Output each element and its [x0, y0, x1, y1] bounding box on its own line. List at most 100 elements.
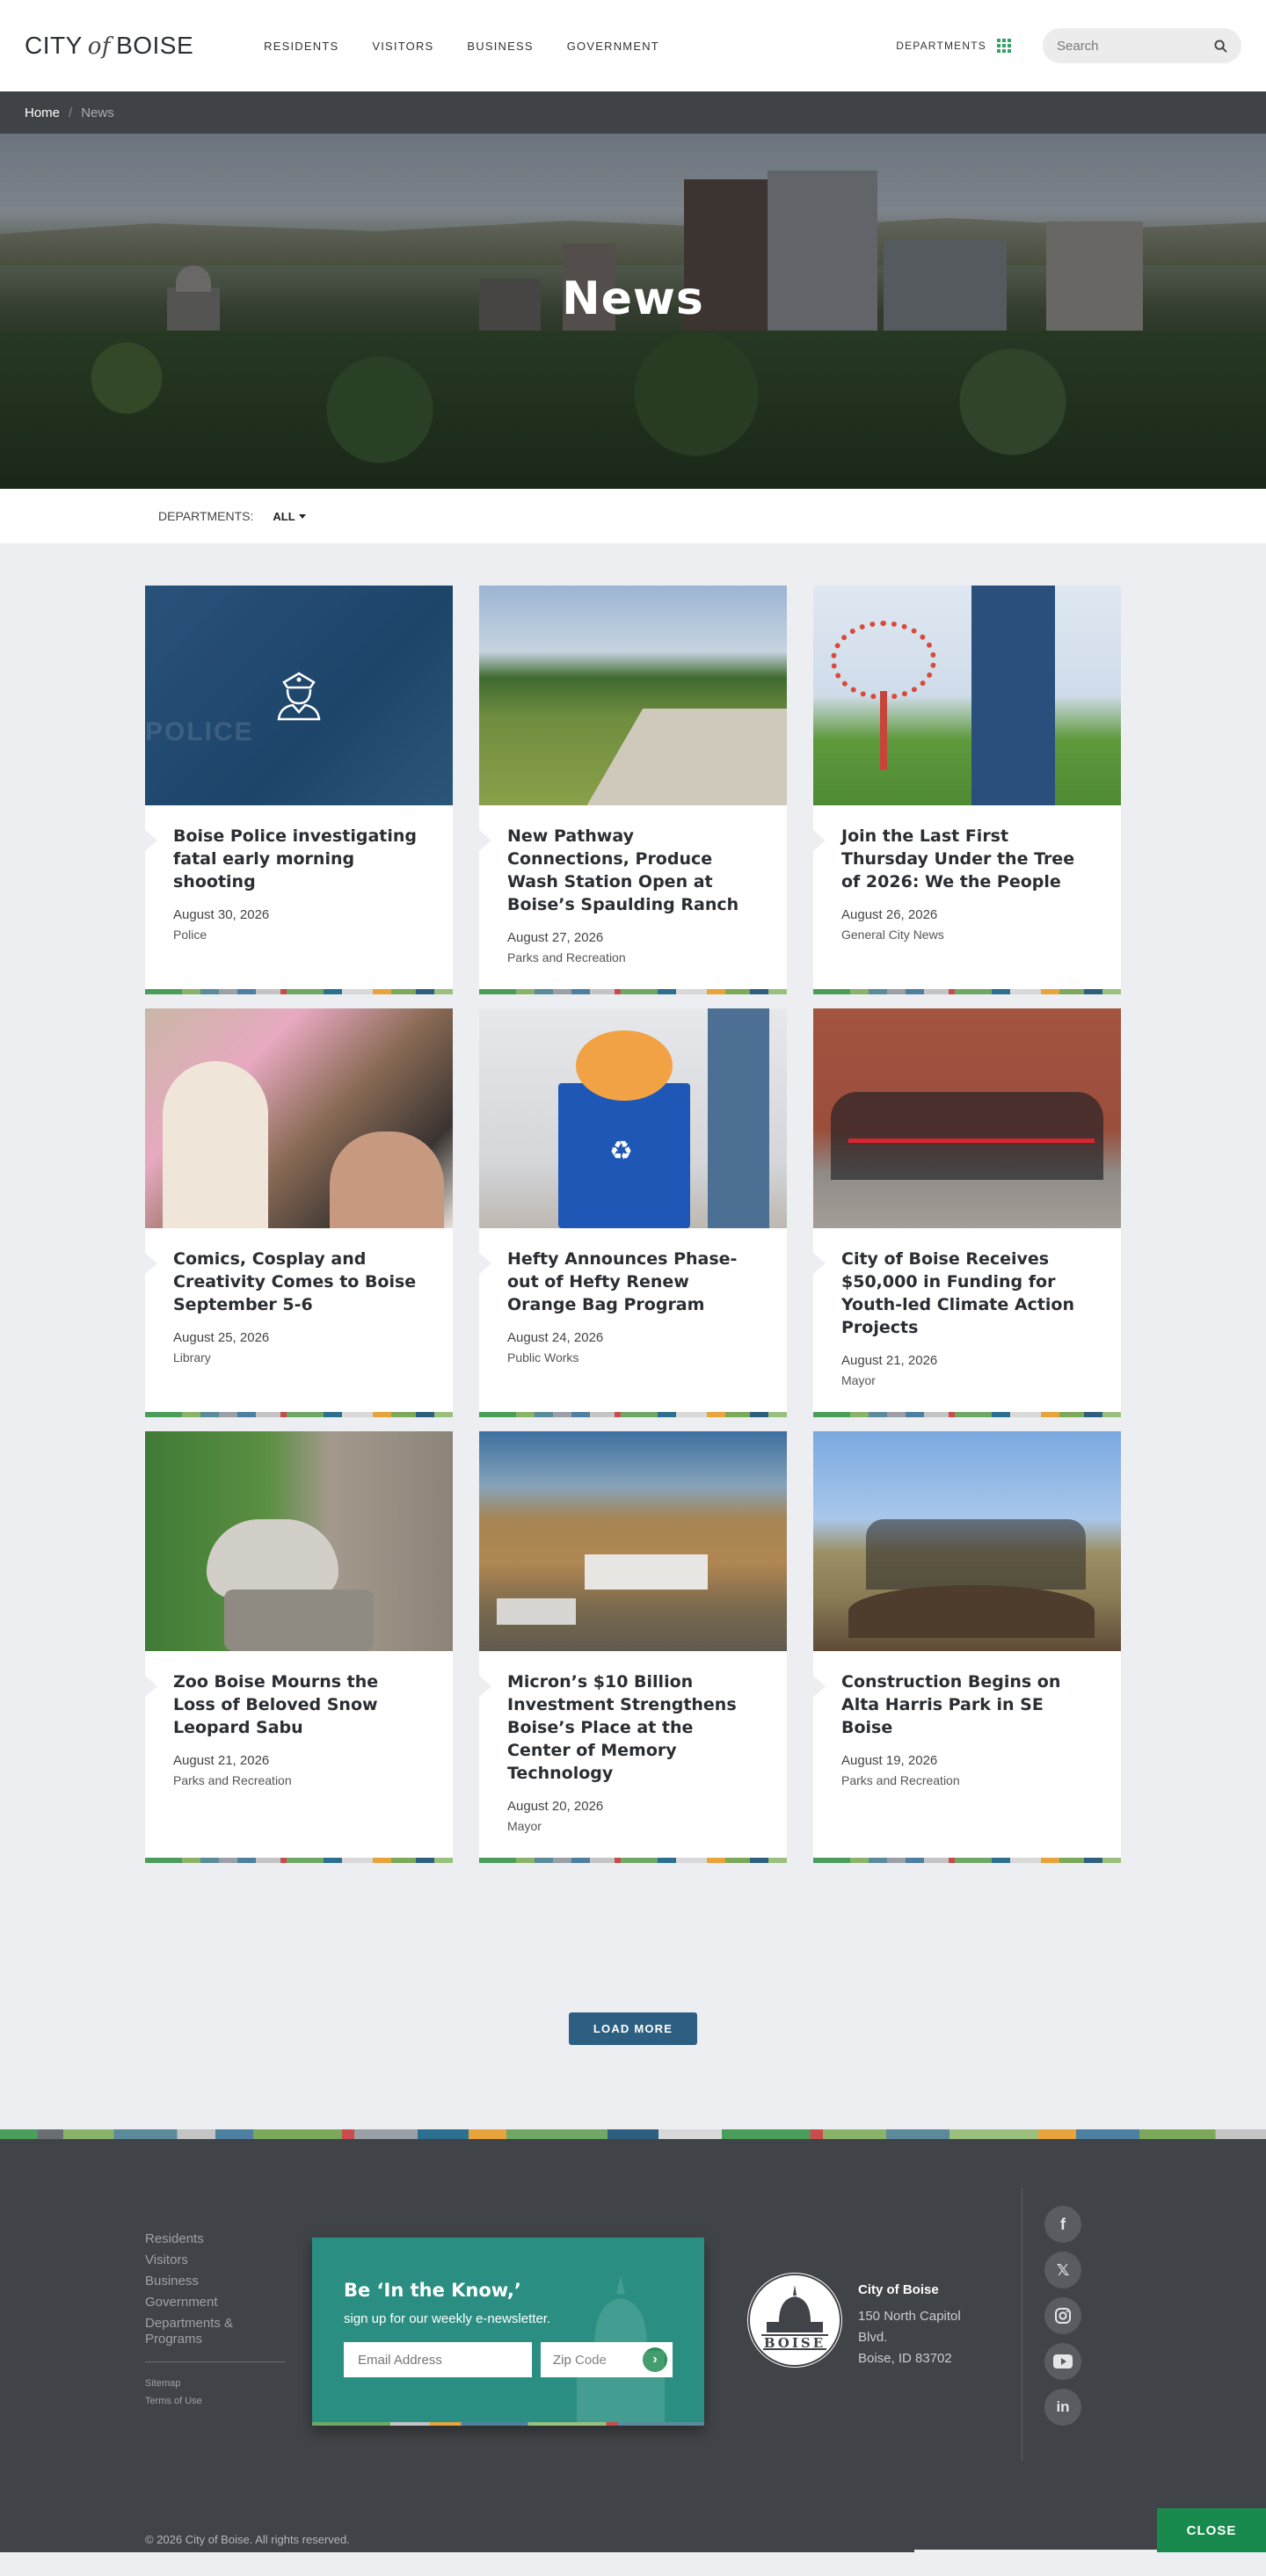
news-card[interactable]: POLICE Boise Police investigating fatal …	[145, 586, 453, 994]
nav-government[interactable]: GOVERNMENT	[567, 40, 659, 53]
card-date: August 24, 2026	[507, 1330, 604, 1345]
news-card[interactable]: Micron’s $10 Billion Investment Strength…	[479, 1431, 787, 1863]
card-department: Mayor	[841, 1373, 876, 1387]
card-department: Parks and Recreation	[841, 1773, 960, 1787]
card-image	[813, 1008, 1121, 1228]
card-image: ♻	[479, 1008, 787, 1228]
card-title[interactable]: City of Boise Receives $50,000 in Fundin…	[841, 1248, 1093, 1339]
close-button[interactable]: CLOSE	[1157, 2508, 1266, 2552]
card-stripe	[479, 1412, 787, 1417]
card-title[interactable]: Comics, Cosplay and Creativity Comes to …	[173, 1248, 425, 1316]
card-department: Mayor	[507, 1819, 542, 1833]
card-department: General City News	[841, 928, 944, 942]
news-card[interactable]: Zoo Boise Mourns the Loss of Beloved Sno…	[145, 1431, 453, 1863]
address-line2: Blvd.	[858, 2330, 888, 2345]
seal-text: BOISE	[763, 2335, 826, 2351]
card-date: August 30, 2026	[173, 907, 270, 922]
news-card[interactable]: Construction Begins on Alta Harris Park …	[813, 1431, 1121, 1863]
department-filter-dropdown[interactable]: ALL	[273, 509, 306, 523]
card-stripe	[479, 1858, 787, 1863]
site-footer: Residents Visitors Business Government D…	[0, 2139, 1266, 2552]
person-jeans	[708, 1008, 769, 1228]
card-title[interactable]: Micron’s $10 Billion Investment Strength…	[507, 1670, 759, 1785]
header-right: DEPARTMENTS	[896, 28, 1241, 63]
load-more-button[interactable]: LOAD MORE	[568, 2012, 698, 2045]
footer-link-terms[interactable]: Terms of Use	[145, 2392, 286, 2410]
card-department: Library	[173, 1350, 211, 1364]
filter-selected: ALL	[273, 509, 295, 523]
news-card[interactable]: Comics, Cosplay and Creativity Comes to …	[145, 1008, 453, 1417]
linkedin-icon[interactable]: in	[1044, 2389, 1081, 2426]
card-date: August 20, 2026	[507, 1799, 604, 1814]
facebook-icon[interactable]: f	[1044, 2206, 1081, 2243]
breadcrumb-home[interactable]: Home	[25, 106, 60, 120]
filter-label: DEPARTMENTS:	[158, 509, 254, 523]
card-body: Micron’s $10 Billion Investment Strength…	[479, 1651, 787, 1858]
card-date: August 26, 2026	[841, 907, 938, 922]
card-body: Comics, Cosplay and Creativity Comes to …	[145, 1228, 453, 1412]
news-card[interactable]: Join the Last First Thursday Under the T…	[813, 586, 1121, 994]
footer-link-departments[interactable]: Departments & Programs	[145, 2316, 286, 2347]
instagram-icon[interactable]	[1044, 2297, 1081, 2334]
nav-residents[interactable]: RESIDENTS	[264, 40, 338, 53]
card-title[interactable]: Join the Last First Thursday Under the T…	[841, 825, 1093, 893]
footer-link-visitors[interactable]: Visitors	[145, 2250, 286, 2271]
load-more-section: LOAD MORE	[0, 1863, 1266, 2129]
recycling-bin: ♻	[558, 1083, 690, 1228]
youtube-icon[interactable]	[1044, 2343, 1081, 2380]
card-date: August 21, 2026	[173, 1753, 270, 1768]
departments-menu-button[interactable]: DEPARTMENTS	[896, 39, 1011, 53]
footer-link-sitemap[interactable]: Sitemap	[145, 2375, 286, 2392]
card-body: City of Boise Receives $50,000 in Fundin…	[813, 1228, 1121, 1412]
x-icon[interactable]: 𝕏	[1044, 2252, 1081, 2289]
card-stripe	[813, 1412, 1121, 1417]
card-body: Construction Begins on Alta Harris Park …	[813, 1651, 1121, 1858]
campus-building	[585, 1554, 708, 1590]
grid-icon	[997, 39, 1011, 53]
search-input[interactable]	[1057, 38, 1197, 54]
footer-links: Residents Visitors Business Government D…	[145, 2229, 286, 2410]
copyright: © 2026 City of Boise. All rights reserve…	[145, 2533, 350, 2546]
nav-business[interactable]: BUSINESS	[467, 40, 533, 53]
cookie-bar-edge	[914, 2550, 1157, 2552]
orange-bag	[576, 1030, 673, 1101]
main-nav: RESIDENTS VISITORS BUSINESS GOVERNMENT	[264, 40, 659, 53]
card-image	[145, 1431, 453, 1651]
card-date: August 19, 2026	[841, 1753, 938, 1768]
campus-building	[497, 1598, 576, 1625]
card-department: Parks and Recreation	[507, 950, 626, 964]
card-body: New Pathway Connections, Produce Wash St…	[479, 805, 787, 989]
sculpture-trunk	[880, 691, 887, 770]
card-title[interactable]: Construction Begins on Alta Harris Park …	[841, 1670, 1093, 1739]
city-seal: BOISE	[747, 2273, 842, 2368]
address-line3: Boise, ID 83702	[858, 2351, 952, 2366]
news-card[interactable]: City of Boise Receives $50,000 in Fundin…	[813, 1008, 1121, 1417]
card-title[interactable]: Zoo Boise Mourns the Loss of Beloved Sno…	[173, 1670, 425, 1739]
card-stripe	[813, 989, 1121, 994]
card-title[interactable]: Boise Police investigating fatal early m…	[173, 825, 425, 893]
news-card[interactable]: ♻ Hefty Announces Phase-out of Hefty Ren…	[479, 1008, 787, 1417]
card-title[interactable]: Hefty Announces Phase-out of Hefty Renew…	[507, 1248, 759, 1316]
footer-link-business[interactable]: Business	[145, 2271, 286, 2292]
card-image	[813, 586, 1121, 805]
rock	[224, 1590, 374, 1651]
email-field[interactable]	[344, 2342, 532, 2377]
social-links: f 𝕏 in	[1044, 2206, 1081, 2426]
search-icon[interactable]	[1214, 39, 1227, 53]
newsletter-signup: Be ‘In the Know,’ sign up for our weekly…	[312, 2238, 704, 2426]
nav-visitors[interactable]: VISITORS	[372, 40, 433, 53]
city-logo[interactable]: CITY of BOISE	[25, 32, 193, 60]
card-body: Hefty Announces Phase-out of Hefty Renew…	[479, 1228, 787, 1412]
search-box	[1043, 28, 1241, 63]
capitol-dome-watermark	[577, 2276, 665, 2426]
card-title[interactable]: New Pathway Connections, Produce Wash St…	[507, 825, 759, 916]
red-ribbon	[848, 1139, 1095, 1143]
footer-link-government[interactable]: Government	[145, 2292, 286, 2313]
card-department: Police	[173, 928, 207, 942]
footer-link-residents[interactable]: Residents	[145, 2229, 286, 2250]
logo-city: CITY	[25, 32, 83, 59]
newsletter-stripe	[312, 2422, 704, 2426]
page-title: News	[562, 273, 704, 325]
news-card[interactable]: New Pathway Connections, Produce Wash St…	[479, 586, 787, 994]
card-department: Parks and Recreation	[173, 1773, 292, 1787]
